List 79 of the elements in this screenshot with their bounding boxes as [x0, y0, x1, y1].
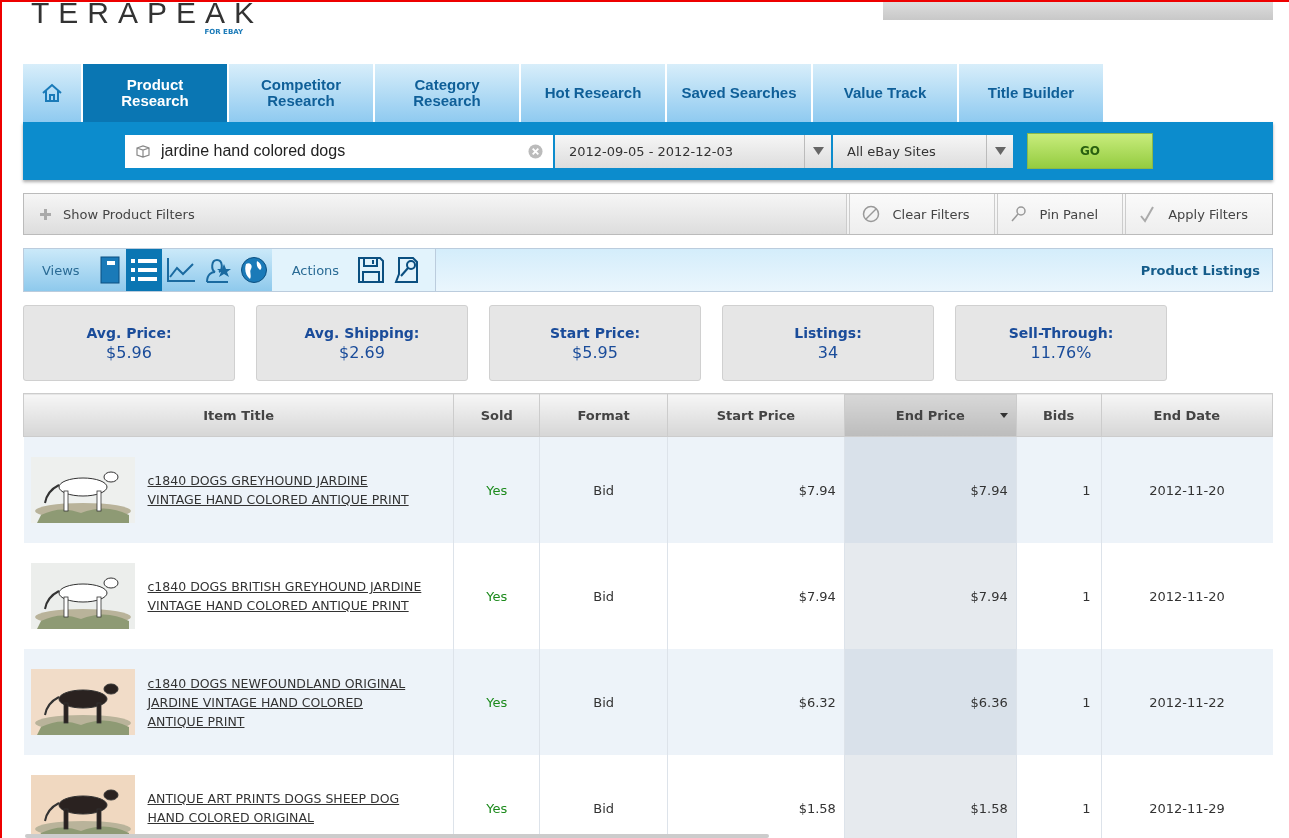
bid-count: 1 [1082, 482, 1091, 498]
start-price: $7.94 [798, 588, 836, 604]
home-icon [41, 82, 63, 104]
format-text: Bid [593, 694, 614, 710]
stat-label: Listings: [794, 324, 862, 341]
stat-label: Start Price: [549, 324, 641, 341]
search-field[interactable]: jardine hand colored dogs [125, 134, 553, 168]
scrollbar[interactable] [25, 834, 769, 838]
column-header[interactable]: Item Title [23, 393, 454, 437]
nav-tab[interactable]: Product Research [83, 64, 227, 122]
item-title-link[interactable]: c1840 DOGS BRITISH GREYHOUND JARDINE VINTAGE HAND COLORED ANTIQUE PRINT [147, 577, 423, 615]
nav-tab[interactable]: Saved Searches [667, 64, 811, 122]
home-tab[interactable] [23, 64, 81, 122]
dropdown-arrow-icon [994, 147, 1006, 155]
end-date: 2012-11-22 [1149, 694, 1225, 710]
column-header[interactable]: Bids [1016, 393, 1102, 437]
end-date: 2012-11-20 [1149, 588, 1225, 604]
format-text: Bid [593, 588, 614, 604]
plus-icon [40, 208, 51, 220]
end-price: $6.36 [970, 694, 1008, 710]
start-price: $6.32 [798, 694, 836, 710]
bid-count: 1 [1082, 800, 1091, 816]
actions-label: Actions [291, 262, 340, 278]
nav-tab[interactable]: Value Track [813, 64, 957, 122]
bid-count: 1 [1082, 588, 1091, 604]
globe-icon [239, 256, 268, 284]
sold-status: Yes [486, 588, 508, 604]
filter-button[interactable]: Clear Filters [846, 194, 994, 234]
end-date: 2012-11-20 [1149, 482, 1225, 498]
notebook-icon [97, 256, 122, 284]
dropdown-arrow-icon [812, 147, 824, 155]
show-filters-toggle[interactable]: Show Product Filters [24, 194, 847, 234]
date-range-dropdown[interactable]: 2012-09-05 - 2012-12-03 [555, 134, 831, 168]
end-price: $7.94 [970, 482, 1008, 498]
box-icon [135, 143, 151, 159]
section-title: Product Listings [1140, 262, 1261, 278]
stat-value: 34 [817, 342, 839, 362]
item-title-link[interactable]: ANTIQUE ART PRINTS DOGS SHEEP DOG HAND COLORED ORIGINAL [147, 789, 423, 827]
filter-button[interactable]: Apply Filters [1122, 194, 1272, 234]
stat-value: $5.96 [106, 342, 152, 362]
stat-value: 11.76% [1030, 342, 1092, 362]
nav-tab[interactable]: Competitor Research [229, 64, 373, 122]
end-date: 2012-11-29 [1149, 800, 1225, 816]
sold-status: Yes [486, 800, 508, 816]
end-price: $1.58 [970, 800, 1008, 816]
stat-label: Avg. Price: [86, 324, 172, 341]
stat-label: Sell-Through: [1008, 324, 1114, 341]
nav-tab[interactable]: Category Research [375, 64, 519, 122]
logo-wordmark[interactable]: TERAPEAK [31, 2, 264, 28]
start-price: $1.58 [798, 800, 836, 816]
views-label: Views [42, 262, 80, 278]
person-star-icon [203, 256, 232, 284]
site-dropdown[interactable]: All eBay Sites [833, 134, 1013, 168]
view-button[interactable] [125, 249, 162, 291]
prohibited-icon [862, 205, 881, 223]
format-text: Bid [593, 482, 614, 498]
filter-button[interactable]: Pin Panel [993, 194, 1123, 234]
end-price: $7.94 [970, 588, 1008, 604]
column-header[interactable]: Sold [453, 393, 540, 437]
list-icon [129, 257, 158, 283]
checkmark-icon [1138, 205, 1157, 223]
nav-tab[interactable]: Title Builder [959, 64, 1103, 122]
format-text: Bid [593, 800, 614, 816]
sold-status: Yes [486, 482, 508, 498]
save-icon [357, 256, 386, 284]
nav-tab[interactable]: Hot Research [521, 64, 665, 122]
column-header[interactable]: Format [539, 393, 668, 437]
stat-value: $5.95 [572, 342, 618, 362]
column-header[interactable]: End Date [1101, 393, 1273, 437]
stat-label: Avg. Shipping: [304, 324, 420, 341]
go-button[interactable]: GO [1027, 133, 1153, 169]
start-price: $7.94 [798, 482, 836, 498]
column-header[interactable]: Start Price [667, 393, 845, 437]
sort-arrow-icon [999, 413, 1008, 418]
line-chart-icon [165, 257, 196, 283]
stat-value: $2.69 [339, 342, 385, 362]
sold-status: Yes [486, 694, 508, 710]
column-header[interactable]: End Price [844, 393, 1017, 437]
bid-count: 1 [1082, 694, 1091, 710]
